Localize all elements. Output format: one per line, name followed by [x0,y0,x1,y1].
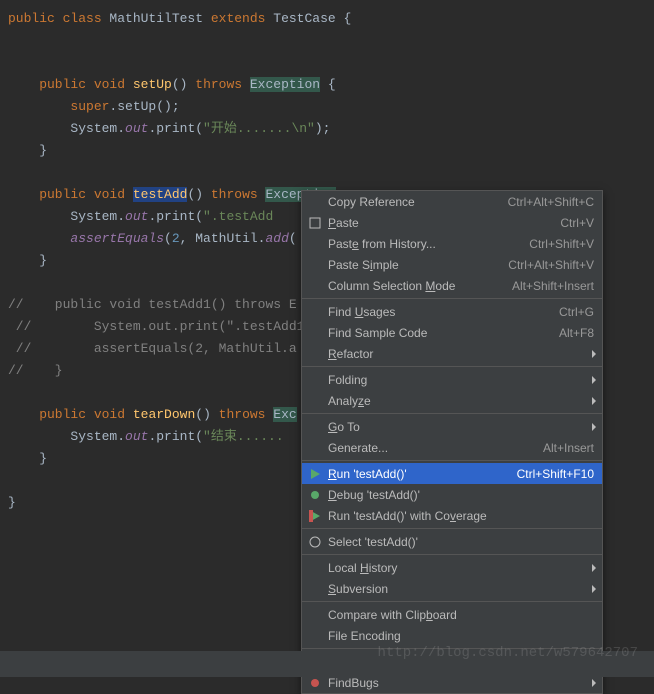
blank-icon [306,235,324,253]
menu-shortcut: Ctrl+Shift+F10 [517,467,594,481]
menu-file-encoding[interactable]: File Encoding [302,625,602,646]
menu-column-selection[interactable]: Column Selection Mode Alt+Shift+Insert [302,275,602,296]
menu-refactor[interactable]: Refactor [302,343,602,364]
menu-label: Paste Simple [328,258,496,272]
menu-copy-reference[interactable]: Copy Reference Ctrl+Alt+Shift+C [302,191,602,212]
menu-paste[interactable]: Paste Ctrl+V [302,212,602,233]
menu-shortcut: Ctrl+G [559,305,594,319]
menu-shortcut: Alt+Shift+Insert [512,279,594,293]
menu-select-testadd[interactable]: Select 'testAdd()' [302,531,602,552]
menu-analyze[interactable]: Analyze [302,390,602,411]
blank-icon [306,580,324,598]
paste-icon [306,214,324,232]
menu-shortcut: Ctrl+Alt+Shift+C [508,195,594,209]
menu-generate[interactable]: Generate... Alt+Insert [302,437,602,458]
menu-separator [302,413,602,414]
menu-shortcut: Ctrl+V [560,216,594,230]
blank-icon [306,193,324,211]
submenu-arrow-icon [592,376,596,384]
menu-find-usages[interactable]: Find Usages Ctrl+G [302,301,602,322]
debug-icon [306,486,324,504]
menu-label: Paste [328,216,548,230]
submenu-arrow-icon [592,397,596,405]
menu-separator [302,528,602,529]
menu-run-testadd[interactable]: Run 'testAdd()' Ctrl+Shift+F10 [302,463,602,484]
menu-separator [302,460,602,461]
menu-shortcut: Ctrl+Shift+V [529,237,594,251]
menu-label: Select 'testAdd()' [328,535,594,549]
select-icon [306,533,324,551]
menu-compare-clipboard[interactable]: Compare with Clipboard [302,604,602,625]
blank-icon [306,392,324,410]
menu-run-coverage[interactable]: Run 'testAdd()' with Coverage [302,505,602,526]
menu-debug-testadd[interactable]: Debug 'testAdd()' [302,484,602,505]
menu-label: Folding [328,373,594,387]
menu-folding[interactable]: Folding [302,369,602,390]
status-bar [0,651,654,677]
menu-label: Run 'testAdd()' with Coverage [328,509,594,523]
menu-label: Find Usages [328,305,547,319]
menu-label: Analyze [328,394,594,408]
menu-label: FindBugs [328,676,594,690]
editor-context-menu: Copy Reference Ctrl+Alt+Shift+C Paste Ct… [301,190,603,694]
menu-label: Go To [328,420,594,434]
menu-label: Column Selection Mode [328,279,500,293]
menu-label: Local History [328,561,594,575]
menu-label: Copy Reference [328,195,496,209]
menu-label: Find Sample Code [328,326,547,340]
menu-subversion[interactable]: Subversion [302,578,602,599]
menu-label: Compare with Clipboard [328,608,594,622]
blank-icon [306,345,324,363]
blank-icon [306,439,324,457]
menu-separator [302,601,602,602]
menu-paste-history[interactable]: Paste from History... Ctrl+Shift+V [302,233,602,254]
menu-label: Paste from History... [328,237,517,251]
menu-separator [302,366,602,367]
menu-label: Subversion [328,582,594,596]
menu-paste-simple[interactable]: Paste Simple Ctrl+Alt+Shift+V [302,254,602,275]
blank-icon [306,324,324,342]
menu-shortcut: Ctrl+Alt+Shift+V [508,258,594,272]
menu-label: Refactor [328,347,594,361]
menu-goto[interactable]: Go To [302,416,602,437]
menu-separator [302,298,602,299]
blank-icon [306,256,324,274]
submenu-arrow-icon [592,679,596,687]
menu-local-history[interactable]: Local History [302,557,602,578]
blank-icon [306,371,324,389]
blank-icon [306,606,324,624]
menu-label: Run 'testAdd()' [328,467,505,481]
menu-separator [302,648,602,649]
menu-find-sample-code[interactable]: Find Sample Code Alt+F8 [302,322,602,343]
menu-separator [302,554,602,555]
blank-icon [306,277,324,295]
menu-label: Generate... [328,441,531,455]
submenu-arrow-icon [592,564,596,572]
menu-label: Debug 'testAdd()' [328,488,594,502]
menu-label: File Encoding [328,629,594,643]
menu-shortcut: Alt+Insert [543,441,594,455]
blank-icon [306,418,324,436]
run-icon [306,465,324,483]
blank-icon [306,559,324,577]
coverage-icon [306,507,324,525]
menu-shortcut: Alt+F8 [559,326,594,340]
submenu-arrow-icon [592,350,596,358]
submenu-arrow-icon [592,585,596,593]
blank-icon [306,303,324,321]
submenu-arrow-icon [592,423,596,431]
blank-icon [306,627,324,645]
